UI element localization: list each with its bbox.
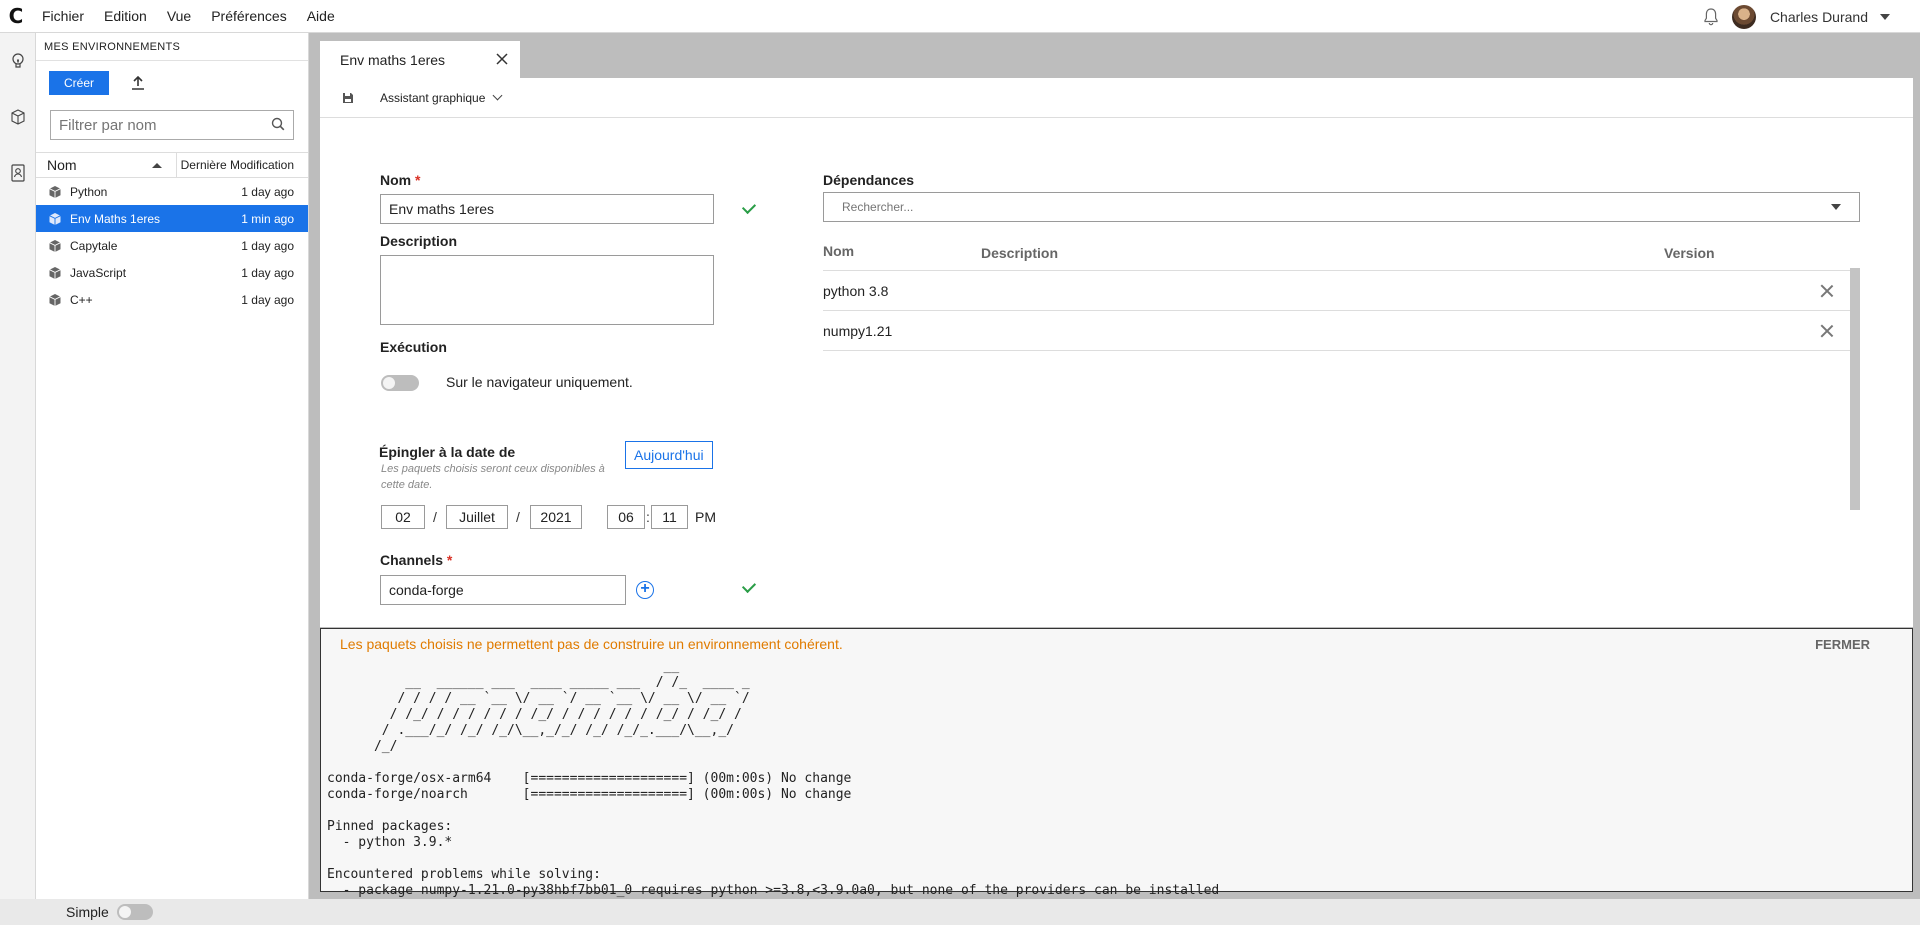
- date-separator: /: [516, 509, 520, 525]
- column-version: Version: [1664, 245, 1715, 261]
- execution-toggle-text: Sur le navigateur uniquement.: [446, 374, 633, 390]
- description-field[interactable]: [380, 255, 714, 325]
- create-button[interactable]: Créer: [49, 71, 110, 95]
- time-separator: :: [646, 509, 650, 525]
- console-output: __ __ ______ ___ ____ _____ ___ / /_ ___…: [327, 659, 1220, 898]
- remove-icon[interactable]: [1820, 284, 1834, 298]
- date-year[interactable]: 2021: [530, 505, 582, 529]
- pin-date-label: Épingler à la date de: [379, 444, 516, 460]
- name-label: Nom *: [380, 172, 421, 188]
- dependencies-table-header: Nom Description Version: [823, 241, 1860, 271]
- caret-down-icon[interactable]: [1831, 204, 1841, 210]
- column-name: Nom: [823, 243, 855, 259]
- pin-date-hint: Les paquets choisis seront ceux disponib…: [381, 463, 605, 491]
- dependency-row: python 3.8: [823, 271, 1860, 311]
- cube-icon: [49, 239, 61, 252]
- environment-item-env-maths-1eres[interactable]: Env Maths 1eres 1 min ago: [36, 205, 308, 232]
- filter-input[interactable]: [59, 116, 259, 134]
- column-last-modified[interactable]: Dernière Modification: [177, 153, 308, 177]
- dependency-search-select[interactable]: [823, 192, 1860, 222]
- cube-icon: [49, 185, 61, 198]
- chevron-down-icon: [492, 90, 503, 101]
- upload-icon[interactable]: [129, 74, 147, 92]
- dependencies-label: Dépendances: [823, 172, 915, 188]
- bell-icon[interactable]: [1700, 6, 1722, 28]
- menu-fichier[interactable]: Fichier: [32, 0, 94, 33]
- menu-preferences[interactable]: Préférences: [201, 0, 296, 33]
- cube-icon: [49, 266, 61, 279]
- column-name[interactable]: Nom: [36, 153, 177, 177]
- editor-toolbar: Assistant graphique: [320, 78, 1913, 118]
- execution-label: Exécution: [380, 339, 447, 355]
- name-field[interactable]: Env maths 1eres: [380, 194, 714, 224]
- execution-toggle[interactable]: [381, 375, 419, 391]
- solver-console: Les paquets choisis ne permettent pas de…: [320, 628, 1913, 898]
- date-separator: /: [433, 509, 437, 525]
- sidebar-title: MES ENVIRONNEMENTS: [36, 33, 308, 61]
- environment-list: Python 1 day ago Env Maths 1eres 1 min a…: [36, 178, 308, 313]
- time-ampm[interactable]: PM: [695, 509, 716, 525]
- dependency-search-input[interactable]: [842, 200, 1742, 214]
- tab-env-maths-1eres[interactable]: Env maths 1eres: [320, 41, 520, 78]
- column-description: Description: [981, 245, 1059, 261]
- mode-label: Simple: [66, 904, 109, 920]
- avatar[interactable]: [1731, 4, 1756, 29]
- environment-item-capytale[interactable]: Capytale 1 day ago: [36, 232, 308, 259]
- environment-item-python[interactable]: Python 1 day ago: [36, 178, 308, 205]
- add-channel-button[interactable]: +: [636, 581, 654, 599]
- today-button[interactable]: Aujourd'hui: [625, 441, 713, 469]
- menu-vue[interactable]: Vue: [157, 0, 201, 33]
- environment-item-javascript[interactable]: JavaScript 1 day ago: [36, 259, 308, 286]
- checkmark-icon: [741, 199, 757, 215]
- contacts-icon[interactable]: [0, 145, 36, 201]
- main-area: Env maths 1eres Assistant graphique Nom …: [309, 33, 1920, 899]
- menu-edition[interactable]: Edition: [94, 0, 157, 33]
- environments-sidebar: MES ENVIRONNEMENTS Créer Nom Dernière Mo…: [36, 33, 309, 899]
- dependencies-scrollbar[interactable]: [1850, 268, 1860, 510]
- close-icon[interactable]: [496, 52, 508, 68]
- channel-field[interactable]: conda-forge: [380, 575, 626, 605]
- menu-bar: C Fichier Edition Vue Préférences Aide C…: [0, 0, 1920, 33]
- console-error-message: Les paquets choisis ne permettent pas de…: [340, 636, 843, 652]
- cube-icon: [49, 293, 61, 306]
- dependency-row: numpy1.21: [823, 311, 1860, 351]
- lightbulb-icon[interactable]: [0, 33, 36, 89]
- checkmark-icon: [741, 578, 757, 594]
- environment-item-cpp[interactable]: C++ 1 day ago: [36, 286, 308, 313]
- environment-editor: Assistant graphique Nom * Env maths 1ere…: [320, 78, 1913, 627]
- time-hour[interactable]: 06: [607, 505, 645, 529]
- save-icon[interactable]: [340, 90, 356, 106]
- assistant-dropdown[interactable]: Assistant graphique: [380, 90, 503, 105]
- tab-bar: Env maths 1eres: [320, 41, 520, 78]
- description-label: Description: [380, 233, 458, 249]
- cube-icon: [49, 212, 61, 225]
- menu-aide[interactable]: Aide: [297, 0, 345, 33]
- date-month[interactable]: Juillet: [446, 505, 508, 529]
- environment-list-header: Nom Dernière Modification: [36, 152, 308, 178]
- activity-rail: [0, 33, 36, 899]
- cube-icon[interactable]: [0, 89, 36, 145]
- user-name[interactable]: Charles Durand: [1770, 9, 1868, 25]
- sort-ascending-icon[interactable]: [152, 162, 162, 168]
- app-logo[interactable]: C: [0, 0, 32, 33]
- close-console-button[interactable]: FERMER: [1815, 637, 1870, 652]
- remove-icon[interactable]: [1820, 324, 1834, 338]
- date-day[interactable]: 02: [381, 505, 425, 529]
- status-bar: Simple: [36, 899, 1920, 925]
- channels-label: Channels *: [380, 552, 453, 568]
- time-minute[interactable]: 11: [651, 505, 688, 529]
- simple-mode-toggle[interactable]: [116, 904, 153, 920]
- filter-field[interactable]: [50, 110, 294, 140]
- user-menu-caret-icon[interactable]: [1880, 13, 1890, 20]
- search-icon[interactable]: [271, 117, 285, 134]
- dependencies-table: Nom Description Version python 3.8 numpy…: [823, 241, 1860, 351]
